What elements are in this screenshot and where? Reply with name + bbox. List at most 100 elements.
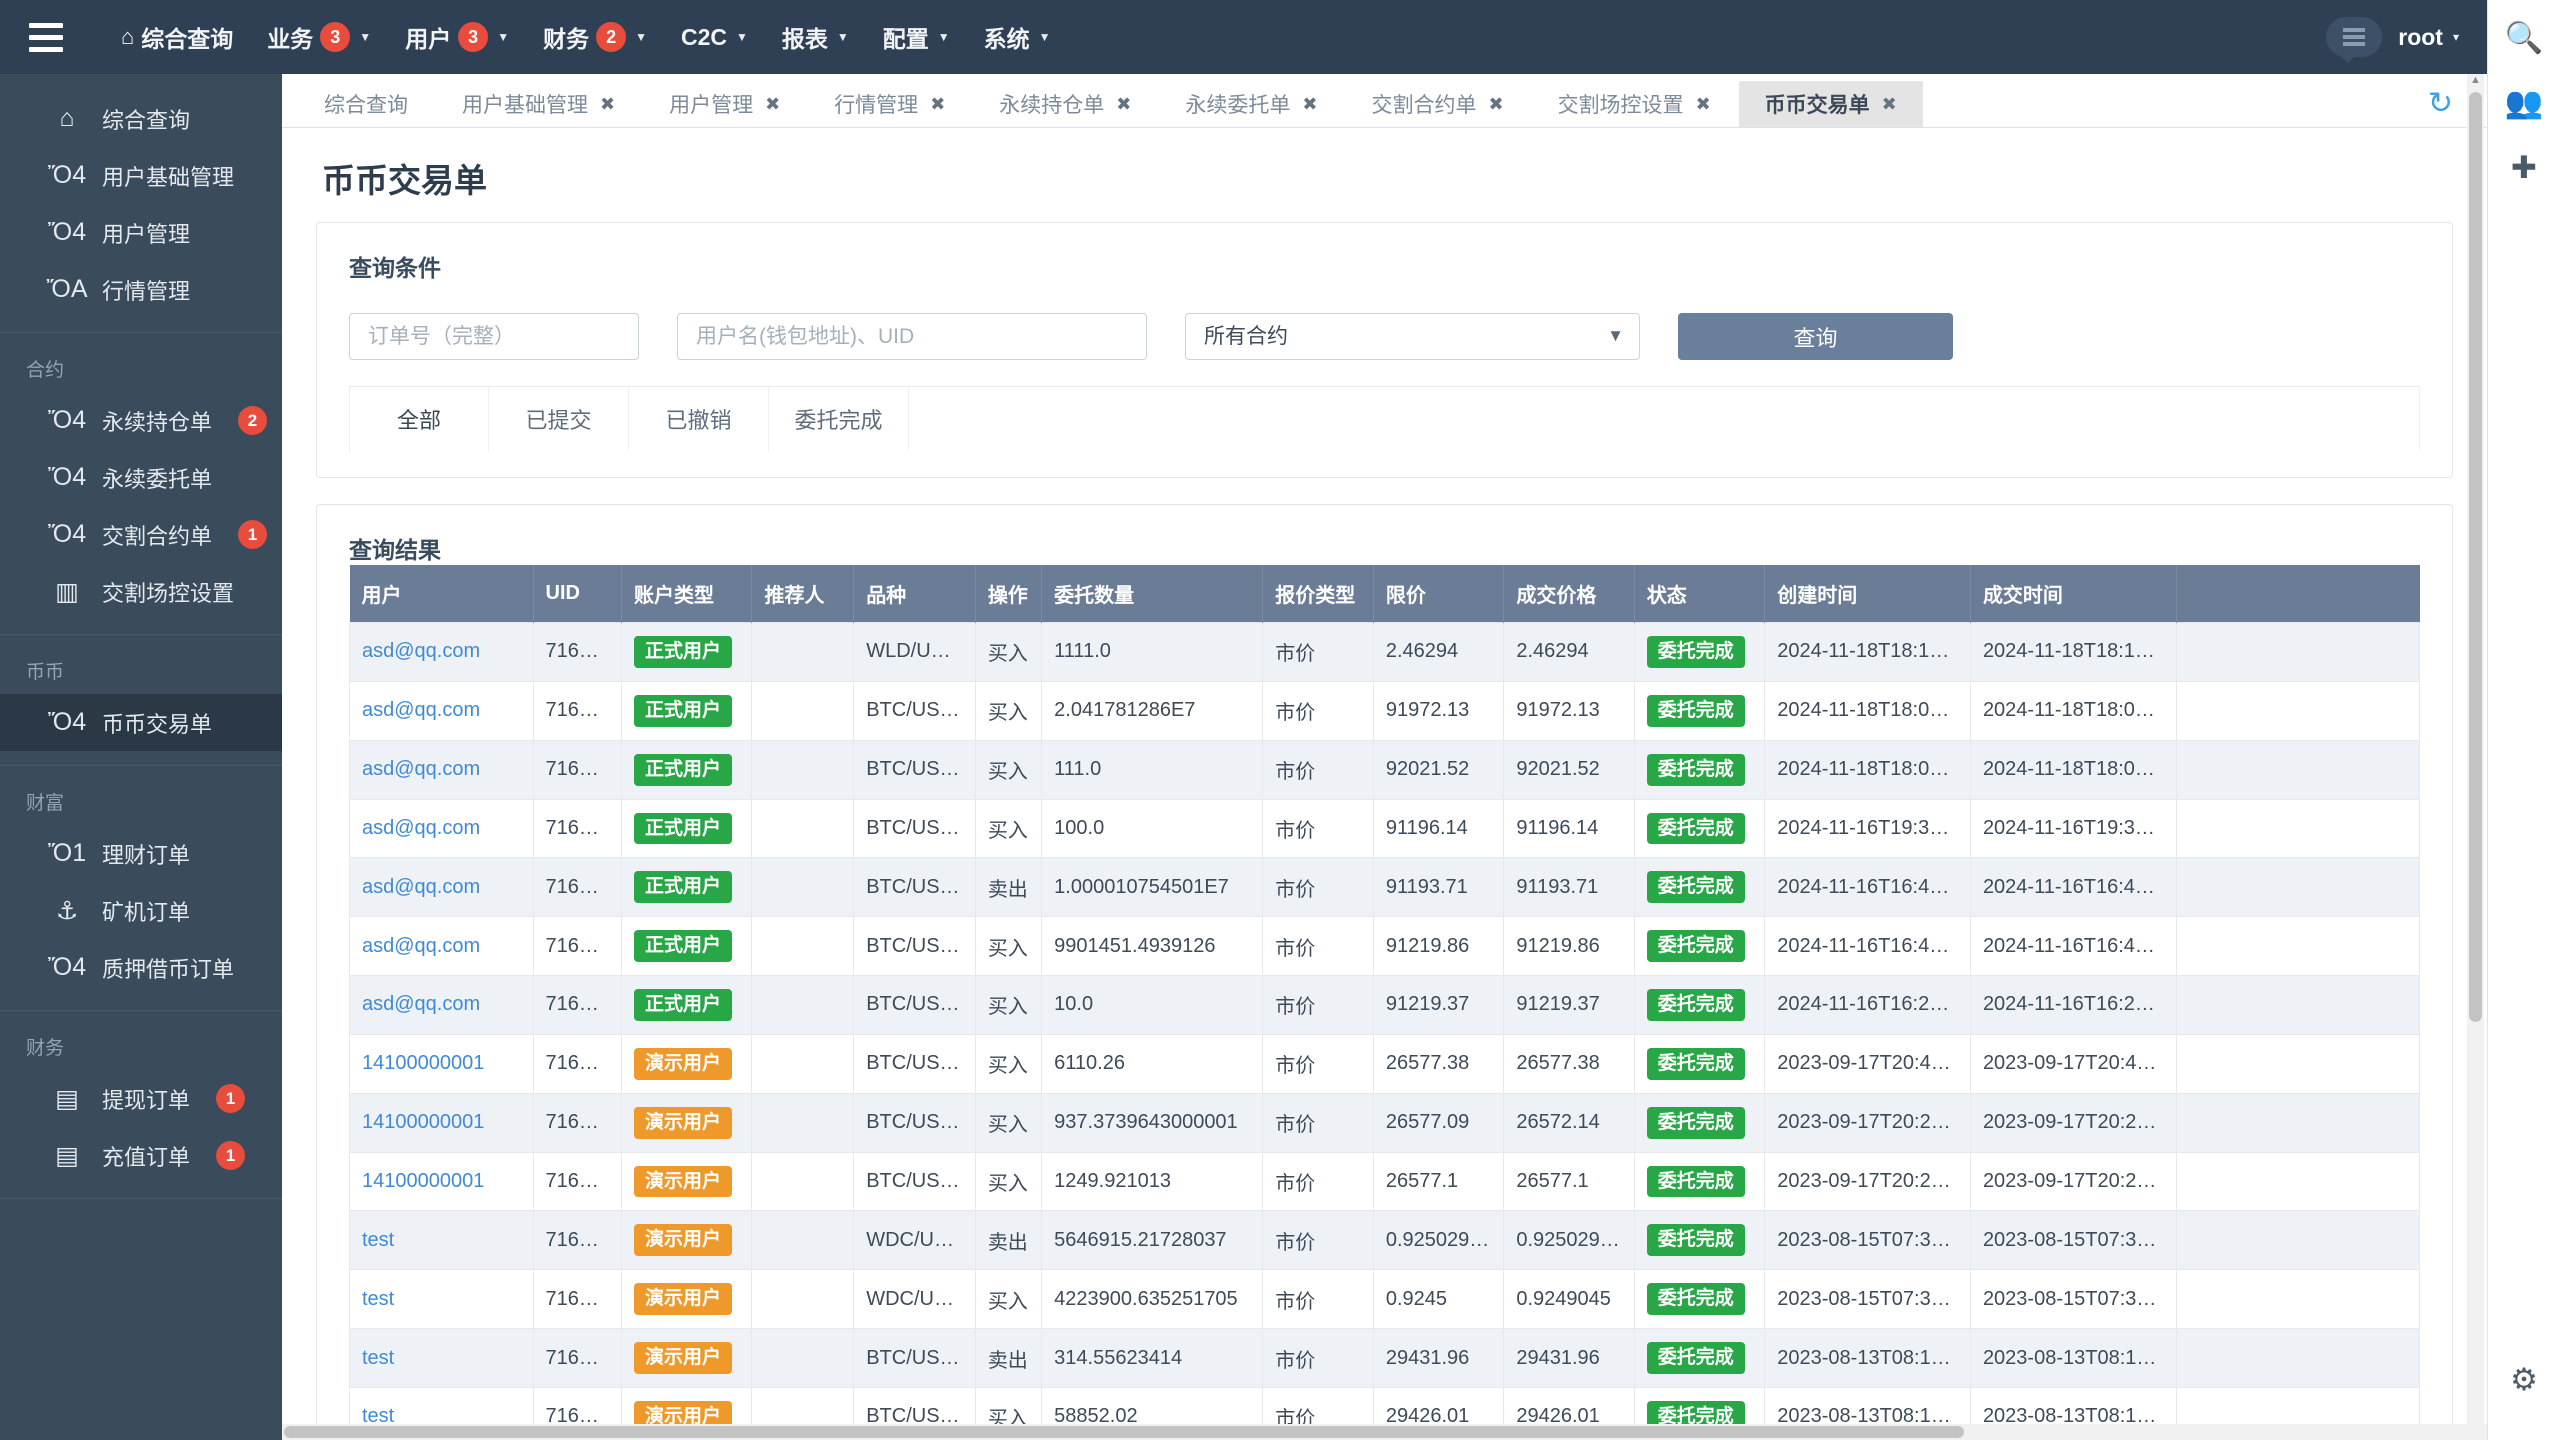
- user-link[interactable]: 14100000001: [362, 1170, 484, 1192]
- user-link[interactable]: asd@qq.com: [362, 699, 480, 721]
- sidebar-item-0-3[interactable]: ὌA 行情管理: [0, 261, 282, 318]
- close-icon[interactable]: ✖: [600, 94, 615, 115]
- sidebar-item-0-0[interactable]: ⌂ 综合查询: [0, 90, 282, 147]
- nav-item-6[interactable]: 配置 ▼: [866, 0, 967, 74]
- sidebar-item-1-3[interactable]: ▥ 交割场控设置: [0, 563, 282, 620]
- sidebar-item-label: 交割场控设置: [102, 580, 235, 606]
- tab-3[interactable]: 行情管理 ✖: [808, 81, 971, 127]
- plus-icon[interactable]: ✚: [2511, 152, 2537, 183]
- cell-actions: [2175, 739, 2421, 800]
- sidebar-item-1-0[interactable]: Ὄ4 永续持仓单 2: [0, 392, 282, 449]
- user-link[interactable]: test: [362, 1347, 394, 1369]
- close-icon[interactable]: ✖: [765, 94, 780, 115]
- tab-6[interactable]: 交割合约单 ✖: [1345, 81, 1529, 127]
- order-no-input[interactable]: [349, 313, 639, 360]
- horizontal-scrollbar[interactable]: [282, 1424, 2487, 1440]
- tab-label: 交割合约单: [1371, 94, 1477, 117]
- status-tab-1[interactable]: 已提交: [489, 387, 629, 451]
- cell-quantity: 111.0: [1041, 739, 1264, 800]
- user-menu[interactable]: root ▾: [2398, 24, 2459, 51]
- cell-side: 买入: [974, 975, 1043, 1035]
- close-icon[interactable]: ✖: [1696, 94, 1711, 115]
- tab-0[interactable]: 综合查询: [298, 81, 434, 127]
- cell-created-time: 2023-09-17T20:24:04: [1764, 1092, 1971, 1153]
- column-header-9: 成交价格: [1503, 565, 1635, 623]
- page-title: 币币交易单: [322, 162, 487, 199]
- cell-actions: [2175, 1033, 2421, 1094]
- tab-8[interactable]: 币币交易单 ✖: [1738, 81, 1923, 127]
- user-link[interactable]: 14100000001: [362, 1111, 484, 1133]
- cell-actions: [2175, 1151, 2421, 1212]
- sidebar-item-0-1[interactable]: Ὄ4 用户基础管理: [0, 147, 282, 204]
- tab-4[interactable]: 永续持仓单 ✖: [973, 81, 1157, 127]
- search-icon[interactable]: 🔍: [2505, 22, 2544, 53]
- sidebar-item-3-0[interactable]: Ὄ1 理财订单: [0, 825, 282, 882]
- tab-5[interactable]: 永续委托单 ✖: [1159, 81, 1343, 127]
- vertical-scroll-thumb[interactable]: [2469, 92, 2482, 1022]
- user-link[interactable]: asd@qq.com: [362, 935, 480, 957]
- tab-1[interactable]: 用户基础管理 ✖: [436, 81, 641, 127]
- sidebar-item-3-2[interactable]: Ὄ4 质押借币订单: [0, 939, 282, 996]
- sidebar-item-2-0[interactable]: Ὄ4 币币交易单: [0, 694, 282, 751]
- hamburger-icon[interactable]: [0, 0, 92, 74]
- cell-price-type: 市价: [1262, 739, 1374, 800]
- user-link[interactable]: asd@qq.com: [362, 817, 480, 839]
- status-tab-0[interactable]: 全部: [349, 387, 489, 451]
- refresh-icon[interactable]: ↻: [2428, 86, 2453, 121]
- close-icon[interactable]: ✖: [1882, 94, 1897, 115]
- cell-referrer: [751, 975, 855, 1035]
- tab-7[interactable]: 交割场控设置 ✖: [1532, 81, 1737, 127]
- tab-label: 交割场控设置: [1557, 94, 1684, 117]
- nav-item-0[interactable]: ⌂ 综合查询: [104, 0, 250, 74]
- cell-uid: 7162884: [532, 1033, 623, 1094]
- status-tab-2[interactable]: 已撤销: [629, 387, 769, 451]
- nav-item-3[interactable]: 财务 2 ▼: [526, 0, 664, 74]
- close-icon[interactable]: ✖: [1488, 94, 1503, 115]
- nav-badge: 2: [596, 22, 627, 52]
- close-icon[interactable]: ✖: [1302, 94, 1317, 115]
- user-link[interactable]: asd@qq.com: [362, 876, 480, 898]
- chevron-down-icon: ▼: [497, 30, 510, 44]
- nav-item-7[interactable]: 系统 ▼: [967, 0, 1068, 74]
- cell-actions: [2175, 798, 2421, 859]
- scroll-up-icon[interactable]: ▲: [2467, 74, 2484, 91]
- cell-referrer: [751, 798, 855, 859]
- sidebar-item-4-1[interactable]: ▤ 充值订单 1: [0, 1127, 282, 1184]
- gear-icon[interactable]: ⚙: [2510, 1362, 2538, 1398]
- contract-select[interactable]: 所有合约: [1185, 313, 1640, 360]
- sidebar-group: ⌂ 综合查询 Ὄ4 用户基础管理 Ὄ4 用户管理 ὌA 行情管理: [0, 74, 282, 333]
- nav-item-5[interactable]: 报表 ▼: [765, 0, 866, 74]
- cell-side: 买入: [974, 680, 1043, 741]
- cell-account-type: 演示用户: [620, 1210, 753, 1271]
- user-link[interactable]: asd@qq.com: [362, 640, 480, 662]
- chevron-down-icon: ▼: [1038, 30, 1051, 44]
- user-link[interactable]: asd@qq.com: [362, 993, 480, 1015]
- sidebar-item-1-1[interactable]: Ὄ4 永续委托单: [0, 449, 282, 506]
- contract-select-wrap: 所有合约 ▼: [1185, 313, 1640, 360]
- table-row: test 7162819 演示用户 WDC/USDT 买入 4223900.6352517…: [349, 1269, 2421, 1330]
- sidebar-item-1-2[interactable]: Ὄ4 交割合约单 1: [0, 506, 282, 563]
- nav-item-1[interactable]: 业务 3 ▼: [250, 0, 388, 74]
- nav-item-4[interactable]: C2C ▼: [664, 0, 765, 74]
- cell-limit-price: 91219.37: [1372, 975, 1505, 1035]
- user-link[interactable]: test: [362, 1288, 394, 1310]
- cell-account-type: 演示用户: [620, 1151, 753, 1212]
- tab-2[interactable]: 用户管理 ✖: [643, 81, 806, 127]
- sidebar-item-0-2[interactable]: Ὄ4 用户管理: [0, 204, 282, 261]
- people-icon[interactable]: 👥: [2505, 87, 2544, 118]
- close-icon[interactable]: ✖: [930, 94, 945, 115]
- close-icon[interactable]: ✖: [1116, 94, 1131, 115]
- user-search-input[interactable]: [677, 313, 1147, 360]
- user-link[interactable]: asd@qq.com: [362, 758, 480, 780]
- horizontal-scroll-thumb[interactable]: [284, 1426, 1964, 1438]
- sidebar-item-4-0[interactable]: ▤ 提现订单 1: [0, 1070, 282, 1127]
- status-tab-3[interactable]: 委托完成: [769, 387, 909, 451]
- user-link[interactable]: 14100000001: [362, 1052, 484, 1074]
- chat-icon[interactable]: [2326, 17, 2383, 63]
- nav-item-2[interactable]: 用户 3 ▼: [388, 0, 526, 74]
- sidebar-item-3-1[interactable]: ⚓ 矿机订单: [0, 882, 282, 939]
- account-type-badge: 演示用户: [634, 1165, 733, 1198]
- query-button[interactable]: 查询: [1678, 313, 1953, 360]
- user-link[interactable]: test: [362, 1229, 394, 1251]
- vertical-scrollbar[interactable]: ▲ ▼: [2467, 74, 2484, 1440]
